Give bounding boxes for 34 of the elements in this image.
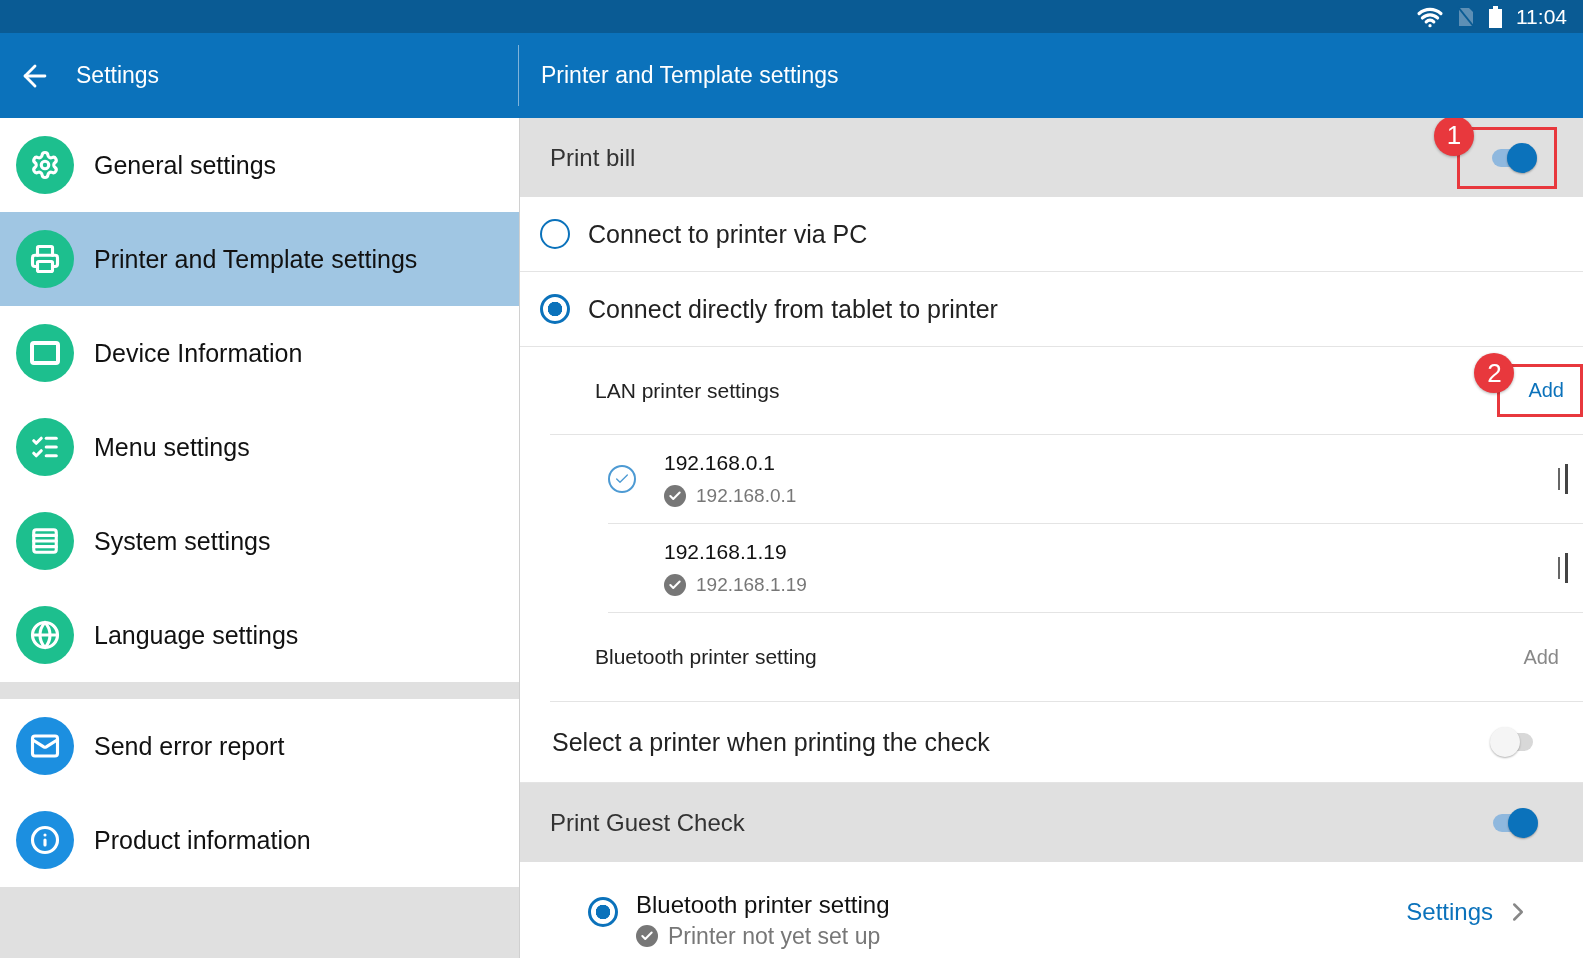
status-time: 11:04: [1516, 4, 1567, 29]
option-label: Connect directly from tablet to printer: [588, 294, 999, 324]
check-circle-icon: [664, 485, 686, 507]
section-title: Print bill: [550, 143, 636, 172]
sidebar-item[interactable]: Printer and Template settings: [0, 212, 519, 306]
option-label: Select a printer when printing the check: [552, 727, 991, 757]
option-label: Connect to printer via PC: [588, 219, 869, 249]
printer-address: 192.168.1.19: [696, 574, 807, 596]
battery-icon: [1489, 5, 1502, 28]
add-link[interactable]: Add: [1528, 379, 1564, 402]
subsection-title: LAN printer settings: [595, 378, 781, 403]
printer-row[interactable]: 192.168.1.19 192.168.1.19: [608, 524, 1583, 613]
section-title: Print Guest Check: [550, 808, 745, 837]
printer-address: 192.168.0.1: [696, 485, 797, 507]
settings-link[interactable]: Settings: [1406, 897, 1533, 927]
callout-badge: 1: [1434, 118, 1474, 156]
check-circle-icon: [664, 574, 686, 596]
printer-status: Printer not yet set up: [668, 922, 881, 950]
printer-name: 192.168.1.19: [664, 540, 788, 564]
no-sim-icon: [1457, 5, 1475, 28]
app-title: Settings: [76, 62, 160, 89]
option-title: Bluetooth printer setting: [636, 890, 891, 919]
radio-button[interactable]: [540, 294, 570, 324]
drag-handle-icon: [1557, 464, 1569, 494]
callout-badge: 2: [1474, 353, 1515, 393]
subsection-title: Bluetooth printer setting: [595, 645, 818, 669]
add-link[interactable]: Add: [1523, 645, 1559, 669]
printer-row[interactable]: 192.168.0.1 192.168.0.1: [608, 435, 1583, 524]
radio-button[interactable]: [588, 897, 618, 927]
page-title: Printer and Template settings: [541, 62, 839, 89]
printer-name: 192.168.0.1: [664, 451, 776, 475]
check-circle-icon: [636, 925, 658, 947]
drag-handle-icon: [1557, 553, 1569, 583]
radio-button[interactable]: [540, 219, 570, 249]
